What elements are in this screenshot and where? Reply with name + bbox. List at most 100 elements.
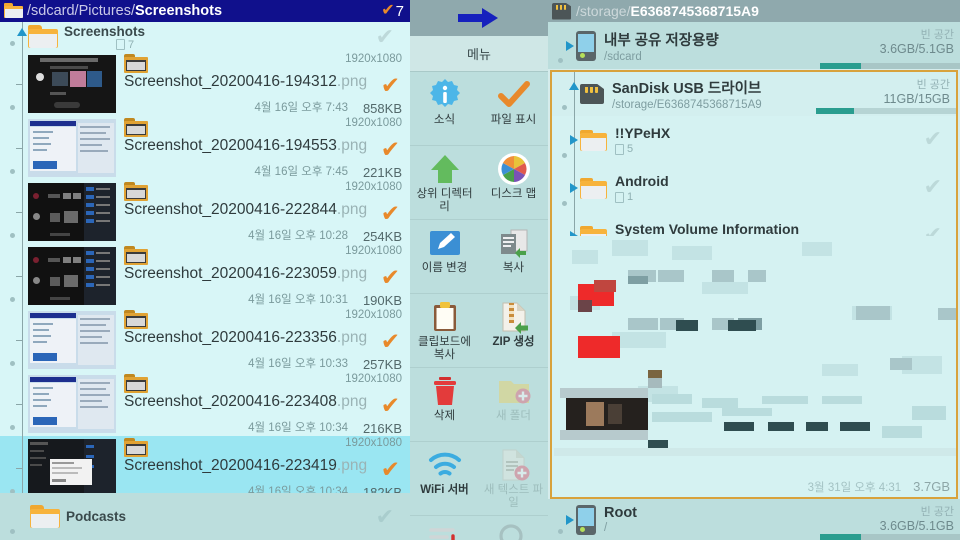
file-dimensions: 1920x1080 (345, 437, 402, 449)
file-date: 4월 16일 오후 7:45 (254, 166, 348, 178)
file-size: 190KB (362, 293, 402, 308)
table-row[interactable]: 1920x1080 Screenshot_20200416-223059.png ✔… (0, 244, 410, 308)
file-size: 216KB (362, 421, 402, 436)
file-dimensions: 1920x1080 (345, 309, 402, 321)
menu-item-checkmark[interactable]: 파일 표시 (479, 72, 548, 145)
current-folder-count: 7 (116, 39, 145, 51)
file-name: Screenshot_20200416-223419.png (124, 457, 368, 474)
app-root: /sdcard/Pictures/Screenshots ✔ 7 Screens… (0, 0, 960, 540)
tree-connector (0, 372, 28, 436)
obscured-content-area: 3월 31일 오후 4:31 3.7GB (552, 236, 956, 497)
checkmark-icon (497, 78, 531, 112)
checkmark-icon[interactable]: ✔ (381, 330, 400, 353)
file-thumbnail (28, 183, 116, 241)
menu-item-up-arrow[interactable]: 상위 디렉터리 (410, 146, 479, 219)
menu-item-new-file: 새 텍스트 파일 (479, 442, 548, 515)
checkmark-icon[interactable]: ✔ (376, 505, 394, 528)
file-dimensions: 1920x1080 (345, 181, 402, 193)
menu-item-wifi[interactable]: WiFi 서버 (410, 442, 479, 515)
root-volume-name: Root (604, 505, 638, 521)
pie-chart-icon (497, 152, 531, 186)
menu-row: 정렬 기준찾기 (410, 516, 548, 540)
file-thumbnail (28, 311, 116, 369)
folder-row[interactable]: Android 1 ✔ (552, 164, 956, 212)
file-size: 257KB (362, 357, 402, 372)
menu-item-clipboard[interactable]: 클립보드에 복사 (410, 294, 479, 367)
left-panel-titlebar[interactable]: /sdcard/Pictures/Screenshots ✔ 7 (0, 0, 410, 22)
new-file-icon (497, 448, 531, 482)
checkmark-icon[interactable]: ✔ (381, 74, 400, 97)
right-arrow-icon (566, 514, 574, 525)
file-name: Screenshot_20200416-194553.png (124, 137, 368, 154)
document-icon (116, 39, 125, 50)
file-date: 4월 16일 오후 10:33 (248, 358, 348, 370)
checkmark-icon[interactable]: ✔ (924, 176, 942, 198)
right-arrow-icon[interactable] (456, 7, 500, 29)
tree-connector (552, 116, 580, 164)
folder-icon (580, 177, 607, 199)
menu-item-info[interactable]: 소식 (410, 72, 479, 145)
file-size: 858KB (362, 101, 402, 116)
volume-usage: 빈 공간 3.6GB/5.1GB (880, 26, 954, 56)
folder-row[interactable]: !!YPeHX 5 ✔ (552, 116, 956, 164)
menu-item-zip[interactable]: ZIP 생성 (479, 294, 548, 367)
pixelated-overlay (552, 236, 956, 497)
menu-item-label: ZIP 생성 (492, 336, 535, 348)
menu-item-trash[interactable]: 삭제 (410, 368, 479, 441)
checkmark-icon[interactable]: ✔ (381, 138, 400, 161)
menu-item-label: 상위 디렉터리 (416, 188, 473, 213)
root-volume-usage: 빈 공간 3.6GB/5.1GB (880, 503, 954, 533)
menu-item-copy[interactable]: 복사 (479, 220, 548, 293)
right-arrow-icon (570, 183, 578, 193)
menu-row: WiFi 서버 새 텍스트 파일 (410, 442, 548, 516)
menu-item-sort[interactable]: 정렬 기준 (410, 516, 479, 540)
tree-connector (0, 308, 28, 372)
table-row[interactable]: 1920x1080 Screenshot_20200416-194553.png ✔… (0, 116, 410, 180)
checkmark-icon[interactable]: ✔ (376, 26, 394, 48)
image-file-icon (124, 182, 148, 201)
file-size: 221KB (362, 165, 402, 180)
checkmark-icon[interactable]: ✔ (381, 202, 400, 225)
left-current-folder-row[interactable]: Screenshots 7 ✔ (0, 22, 410, 52)
storage-bar (820, 534, 960, 540)
sandisk-usage: 빈 공간 11GB/15GB (884, 76, 950, 106)
table-row[interactable]: 1920x1080 Screenshot_20200416-223408.png ✔… (0, 372, 410, 436)
folder-name: !!YPeHX (615, 125, 671, 141)
table-row[interactable]: 1920x1080 Screenshot_20200416-223419.png ✔… (0, 436, 410, 493)
image-file-icon (124, 310, 148, 329)
menu-item-label: 새 텍스트 파일 (483, 484, 544, 509)
left-footer-folder-row[interactable]: Podcasts ✔ (0, 493, 410, 540)
file-name: Screenshot_20200416-223356.png (124, 329, 368, 346)
table-row[interactable]: 1920x1080 Screenshot_20200416-223356.png ✔… (0, 308, 410, 372)
file-name: Screenshot_20200416-222844.png (124, 201, 368, 218)
checkmark-icon[interactable]: ✔ (381, 266, 400, 289)
tree-connector (0, 22, 28, 52)
menu-item-label: WiFi 서버 (420, 484, 469, 496)
checkmark-icon[interactable]: ✔ (924, 128, 942, 150)
right-footer-volume-row[interactable]: Root / 빈 공간 3.6GB/5.1GB (548, 499, 960, 540)
free-space-value: 11GB/15GB (883, 92, 950, 106)
left-panel-path: /sdcard/Pictures/Screenshots (27, 3, 223, 19)
folder-icon (580, 129, 607, 151)
checkmark-icon[interactable]: ✔ (381, 458, 400, 481)
right-panel-titlebar[interactable]: /storage/E6368745368715A9 (548, 0, 960, 22)
table-row[interactable]: 1920x1080 Screenshot_20200416-194312.png ✔… (0, 52, 410, 116)
obscured-size: 3.7GB (913, 479, 950, 494)
checkmark-icon[interactable]: ✔ (381, 394, 400, 417)
menu-item-pie-chart[interactable]: 디스크 맵 (479, 146, 548, 219)
menu-item-label: 소식 (433, 114, 456, 126)
table-row[interactable]: 1920x1080 Screenshot_20200416-222844.png ✔… (0, 180, 410, 244)
menu-item-label: 복사 (502, 262, 525, 274)
menu-item-pencil[interactable]: 이름 변경 (410, 220, 479, 293)
menu-item-label: 삭제 (433, 410, 456, 422)
tree-connector (0, 493, 28, 540)
tree-connector (0, 244, 28, 308)
menu-row: 이름 변경 복사 (410, 220, 548, 294)
menu-grid[interactable]: 소식 파일 표시상위 디렉터리 디스크 맵 이름 변경 복사클립보드에 복사 ZIP 생성… (410, 72, 548, 540)
phone-storage-icon (576, 504, 596, 535)
sandisk-header-row[interactable]: SanDisk USB 드라이브 /storage/E6368745368715… (552, 72, 956, 116)
free-space-value: 3.6GB/5.1GB (879, 519, 954, 533)
volume-row-internal[interactable]: 내부 공유 저장용량 /sdcard 빈 공간 3.6GB/5.1GB (548, 22, 960, 69)
left-file-list[interactable]: 1920x1080 Screenshot_20200416-194312.png ✔… (0, 52, 410, 493)
file-date: 4월 16일 오후 10:31 (248, 294, 348, 306)
